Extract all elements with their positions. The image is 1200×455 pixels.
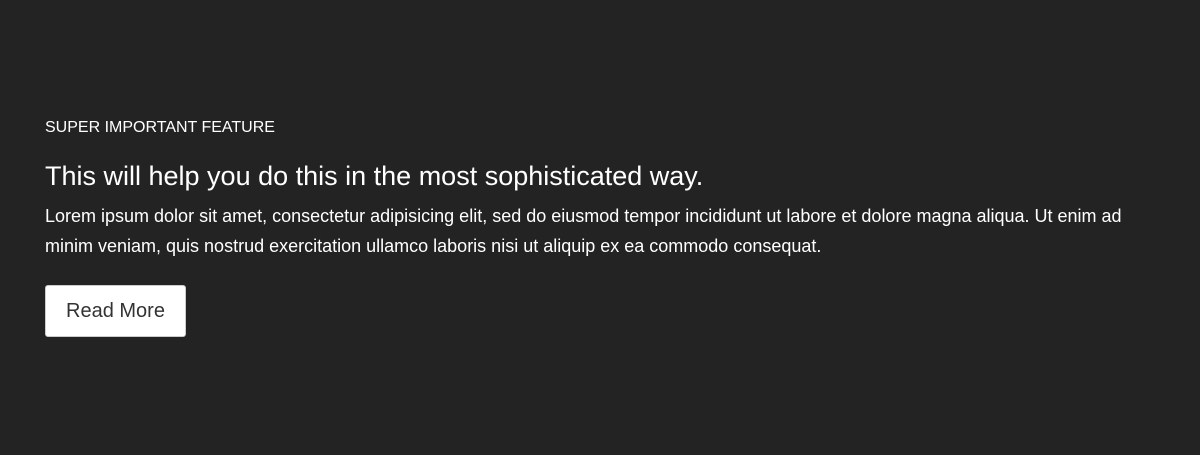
- feature-section: SUPER IMPORTANT FEATURE This will help y…: [0, 0, 1200, 455]
- feature-headline: This will help you do this in the most s…: [45, 161, 704, 191]
- feature-description: Lorem ipsum dolor sit amet, consectetur …: [45, 206, 1122, 256]
- read-more-button[interactable]: Read More: [45, 285, 186, 337]
- feature-eyebrow: SUPER IMPORTANT FEATURE: [45, 119, 275, 136]
